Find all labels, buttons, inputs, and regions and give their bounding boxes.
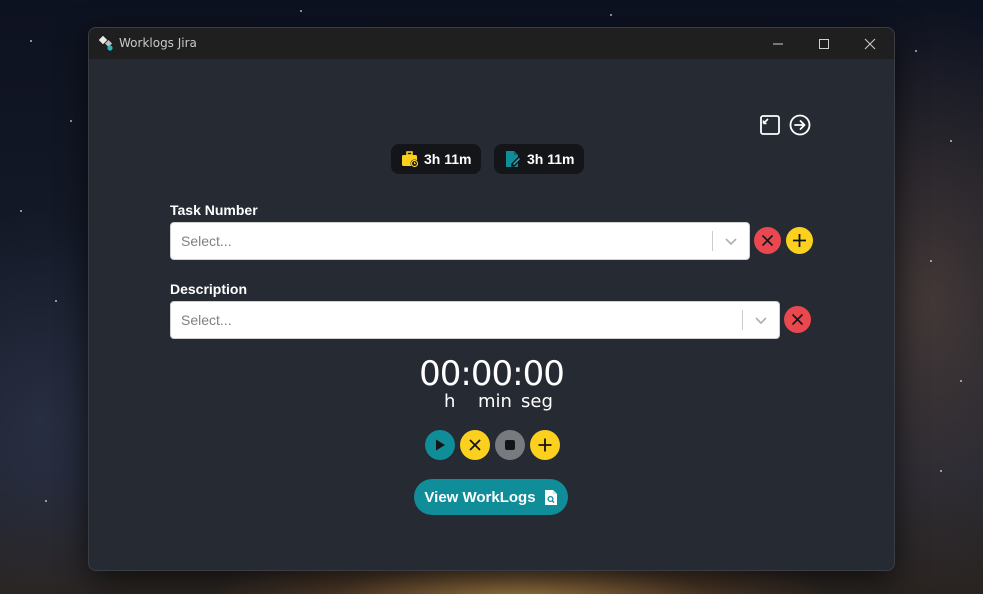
total-time-value: 3h 11m bbox=[424, 151, 472, 167]
task-number-select[interactable]: Select... bbox=[170, 222, 750, 260]
close-icon bbox=[469, 439, 481, 451]
close-icon bbox=[761, 234, 774, 247]
briefcase-clock-icon bbox=[402, 151, 419, 168]
pip-window-button[interactable] bbox=[758, 113, 782, 137]
close-window-button[interactable] bbox=[847, 28, 893, 59]
add-task-button[interactable] bbox=[786, 227, 813, 254]
task-number-label: Task Number bbox=[170, 202, 258, 218]
add-worklog-button[interactable] bbox=[530, 430, 560, 460]
file-search-icon bbox=[544, 489, 557, 505]
play-icon bbox=[436, 439, 445, 451]
maximize-button[interactable] bbox=[801, 28, 847, 59]
close-icon bbox=[791, 313, 804, 326]
hours-unit-label: h bbox=[444, 391, 456, 412]
chevron-down-icon[interactable] bbox=[724, 234, 738, 248]
seconds-unit-label: seg bbox=[521, 391, 553, 412]
app-window: Worklogs Jira 3h 11m 3h 11m Task Number … bbox=[88, 27, 895, 571]
stop-icon bbox=[505, 440, 515, 450]
picture-in-picture-icon bbox=[760, 115, 780, 135]
plus-icon bbox=[538, 438, 552, 452]
timer-display: 00:00:00 bbox=[419, 354, 565, 394]
cancel-timer-button[interactable] bbox=[460, 430, 490, 460]
logout-button[interactable] bbox=[788, 113, 812, 137]
stop-button[interactable] bbox=[495, 430, 525, 460]
view-worklogs-label: View WorkLogs bbox=[424, 488, 536, 506]
select-separator bbox=[712, 231, 713, 251]
sign-in-icon bbox=[789, 114, 811, 136]
description-label: Description bbox=[170, 281, 248, 297]
logged-time-badge: 3h 11m bbox=[494, 144, 585, 174]
clear-task-button[interactable] bbox=[754, 227, 781, 254]
maximize-icon bbox=[819, 38, 829, 49]
file-edit-icon bbox=[506, 151, 522, 167]
total-time-badge: 3h 11m bbox=[391, 144, 482, 174]
clear-description-button[interactable] bbox=[784, 306, 811, 333]
plus-icon bbox=[793, 234, 806, 247]
app-logo-icon bbox=[99, 36, 113, 51]
minimize-icon bbox=[773, 43, 783, 44]
minutes-unit-label: min bbox=[478, 391, 512, 412]
description-select[interactable]: Select... bbox=[170, 301, 780, 339]
view-worklogs-button[interactable]: View WorkLogs bbox=[414, 479, 568, 515]
select-separator bbox=[742, 310, 743, 330]
minimize-button[interactable] bbox=[755, 28, 801, 59]
description-placeholder: Select... bbox=[181, 312, 232, 328]
close-icon bbox=[864, 38, 876, 49]
title-bar: Worklogs Jira bbox=[89, 28, 894, 59]
logged-time-value: 3h 11m bbox=[527, 151, 575, 167]
play-button[interactable] bbox=[425, 430, 455, 460]
task-number-placeholder: Select... bbox=[181, 233, 232, 249]
window-title: Worklogs Jira bbox=[119, 36, 197, 50]
chevron-down-icon[interactable] bbox=[754, 313, 768, 327]
